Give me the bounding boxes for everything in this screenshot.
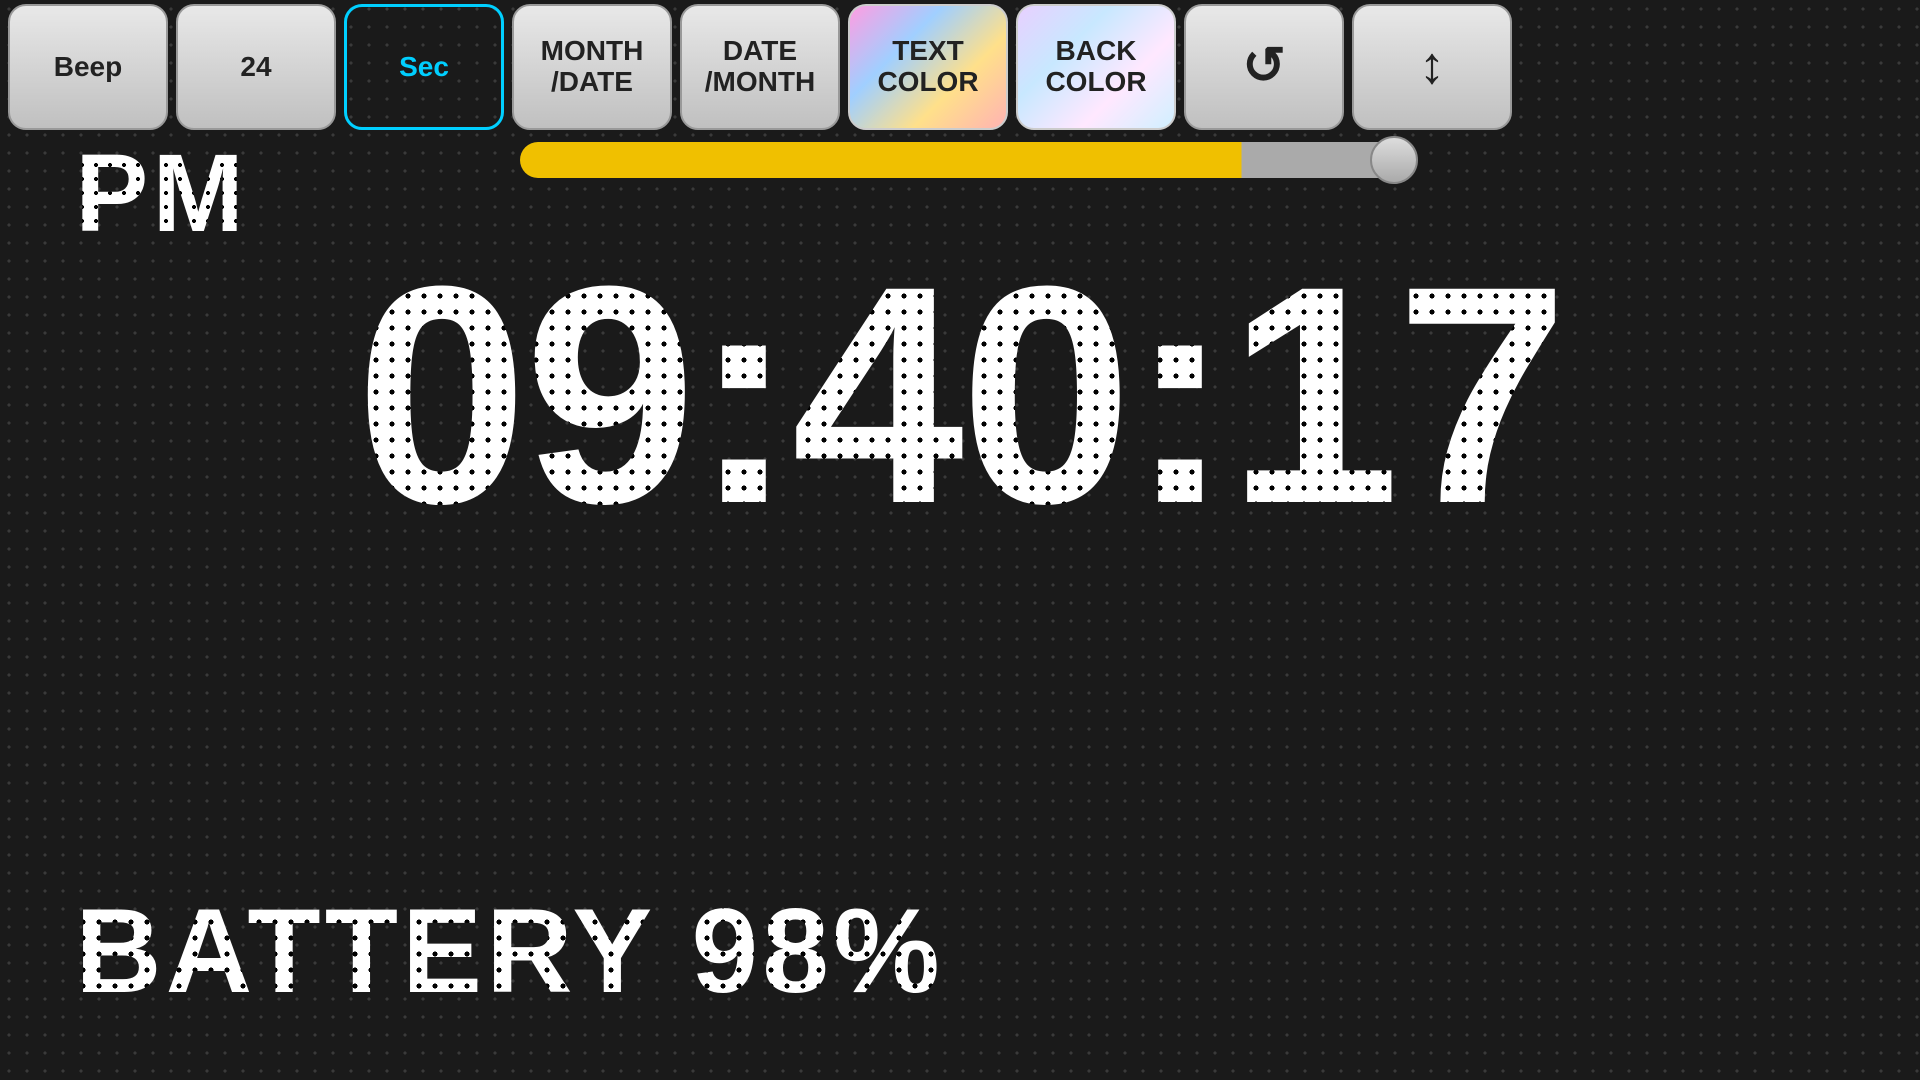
sec-label: Sec [399,52,449,83]
month-date-label: MONTH /DATE [541,36,644,98]
clock-display: 09:40:17 [0,240,1920,550]
sec-button[interactable]: Sec [344,4,504,130]
date-month-button[interactable]: DATE /MONTH [680,4,840,130]
slider-row [0,130,1920,190]
date-month-label: DATE /MONTH [705,36,815,98]
back-color-button[interactable]: BACK COLOR [1016,4,1176,130]
slider-thumb[interactable] [1370,136,1418,184]
battery-display: BATTERY 98% [75,882,944,1020]
back-color-label: BACK COLOR [1045,36,1146,98]
slider-track[interactable] [520,142,1400,178]
flip-icon: ↕ [1419,38,1445,95]
hour-format-label: 24 [240,52,271,83]
period-label: PM [75,130,248,257]
rotate-icon: ↺ [1242,38,1286,95]
beep-button[interactable]: Beep [8,4,168,130]
rotate-button[interactable]: ↺ [1184,4,1344,130]
text-color-button[interactable]: TEXT COLOR [848,4,1008,130]
hour-format-button[interactable]: 24 [176,4,336,130]
beep-label: Beep [54,52,122,83]
flip-button[interactable]: ↕ [1352,4,1512,130]
text-color-label: TEXT COLOR [877,36,978,98]
toolbar: Beep 24 Sec MONTH /DATE DATE /MONTH TEXT… [0,0,1920,126]
month-date-button[interactable]: MONTH /DATE [512,4,672,130]
